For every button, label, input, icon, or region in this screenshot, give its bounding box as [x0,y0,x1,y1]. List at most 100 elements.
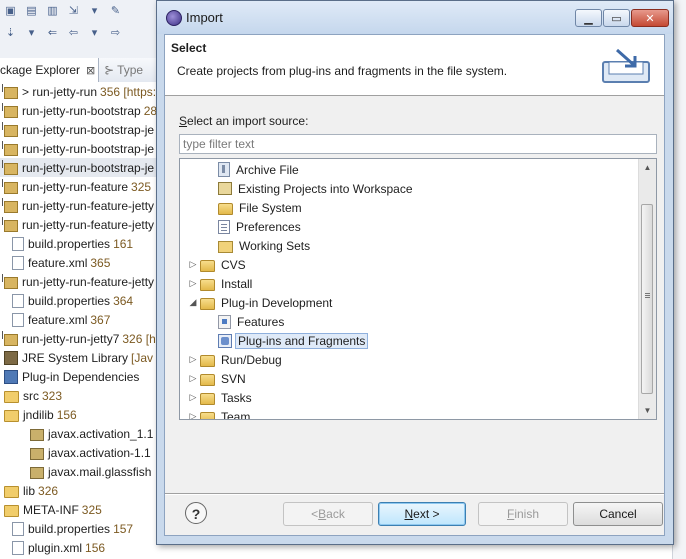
import-source-item[interactable]: Features [180,312,287,331]
expand-toggle-icon[interactable]: ▷ [186,354,200,365]
expand-toggle-icon[interactable]: ▷ [186,259,200,270]
import-source-label: Existing Projects into Workspace [238,181,413,196]
tree-row-label: build.properties [28,293,111,308]
expand-toggle-icon[interactable]: ▷ [186,278,200,289]
import-source-item[interactable]: ▷ Run/Debug [180,350,285,369]
vertical-scrollbar[interactable]: ▲ ▼ [638,159,656,419]
tree-row[interactable]: META-INF 325 [0,500,160,519]
tree-row-revision: 356 [https: [100,84,157,99]
expand-toggle-icon[interactable]: ▷ [186,392,200,403]
import-source-item[interactable]: Plug-ins and Fragments [180,331,369,350]
filter-input[interactable] [179,134,657,154]
tree-row[interactable]: build.properties 364 [0,291,160,310]
tree-row[interactable]: run-jetty-run-bootstrap-je [0,158,160,177]
save-icon[interactable]: ▣ [2,3,19,20]
import-source-item[interactable]: ◢ Plug-in Development [180,293,335,312]
tree-row[interactable]: run-jetty-run-feature 325 [0,177,160,196]
print-icon[interactable]: ▥ [44,3,61,20]
folder-icon [200,392,215,405]
tree-row-revision: 365 [90,255,111,270]
expand-toggle-icon[interactable]: ▷ [186,411,200,419]
import-source-item[interactable]: Working Sets [180,236,313,255]
tree-row[interactable]: Plug-in Dependencies [0,367,160,386]
tree-row[interactable]: javax.activation-1.1 [0,443,160,462]
tab-label: ckage Explorer [0,63,81,77]
tree-row[interactable]: run-jetty-run-jetty7 326 [h [0,329,160,348]
close-button[interactable]: ✕ [631,9,669,27]
import-source-item[interactable]: Existing Projects into Workspace [180,179,416,198]
tree-row[interactable]: run-jetty-run-bootstrap-je [0,139,160,158]
expand-toggle-icon[interactable]: ◢ [186,297,200,308]
back-history-icon[interactable]: ⇐ [44,25,61,42]
toggle-breadcrumb-icon[interactable]: ⇲ [65,3,82,20]
back-nav-icon[interactable]: ⇦ [65,25,82,42]
dialog-titlebar[interactable]: Import ▁ ▭ ✕ [157,1,673,34]
dropdown-icon[interactable]: ▾ [86,25,103,42]
tab-package-explorer[interactable]: ckage Explorer ⊠ [0,58,99,82]
scroll-up-icon[interactable]: ▲ [639,159,656,176]
project-icon [2,330,18,346]
import-source-tree[interactable]: Archive File Existing Projects into Works… [179,158,657,420]
folder-icon [4,409,19,422]
tree-row[interactable]: run-jetty-run-feature-jetty [0,196,160,215]
tree-row[interactable]: build.properties 157 [0,519,160,538]
tree-row[interactable]: plugin.xml 156 [0,538,160,557]
tree-row[interactable]: lib 326 [0,481,160,500]
forward-nav-icon[interactable]: ⇨ [107,25,124,42]
import-source-item[interactable]: ▷ CVS [180,255,249,274]
scrollbar-thumb[interactable] [641,204,653,394]
tree-row[interactable]: build.properties 161 [0,234,160,253]
tree-row[interactable]: javax.mail.glassfish [0,462,160,481]
save-all-icon[interactable]: ▤ [23,3,40,20]
cancel-button[interactable]: Cancel [573,502,663,526]
archive-icon [218,162,230,177]
tree-row-label: build.properties [28,521,111,536]
search-icon[interactable]: ✎ [107,3,124,20]
file-icon [12,540,24,555]
package-explorer-tree[interactable]: > run-jetty-run 356 [https: run-jetty-run-… [0,82,160,559]
tree-row[interactable]: run-jetty-run-feature-jetty [0,272,160,291]
import-source-item[interactable]: Preferences [180,217,304,236]
plugin-icon [4,369,18,384]
projects-icon [218,182,232,195]
close-icon[interactable]: ⊠ [86,64,95,77]
maximize-button[interactable]: ▭ [603,9,630,27]
tree-row[interactable]: jndilib 156 [0,405,160,424]
toolbar-dropdown-icon[interactable]: ▾ [86,3,103,20]
import-source-item[interactable]: ▷ SVN [180,369,249,388]
tree-row[interactable]: feature.xml 367 [0,310,160,329]
dropdown-icon[interactable]: ▾ [23,25,40,42]
next-annotation-icon[interactable]: ⇣ [2,25,19,42]
project-icon [2,83,18,99]
help-button[interactable]: ? [185,502,207,524]
tree-row[interactable]: run-jetty-run-bootstrap-je [0,120,160,139]
wizard-page-title: Select [171,41,207,55]
tree-row[interactable]: run-jetty-run-feature-jetty [0,215,160,234]
tree-row[interactable]: > run-jetty-run 356 [https: [0,82,160,101]
tree-row[interactable]: feature.xml 365 [0,253,160,272]
project-icon [2,102,18,118]
folder-icon [4,504,19,517]
import-source-item[interactable]: ▷ Install [180,274,255,293]
minimize-button[interactable]: ▁ [575,9,602,27]
jar-icon [30,447,44,460]
import-source-item[interactable]: ▷ Tasks [180,388,255,407]
tree-row[interactable]: JRE System Library [Jav [0,348,160,367]
back-button[interactable]: < Back [283,502,373,526]
next-button[interactable]: Next > [378,502,466,526]
finish-button[interactable]: Finish [478,502,568,526]
tree-row[interactable]: javax.activation_1.1 [0,424,160,443]
import-source-item[interactable]: ▷ Team [180,407,253,419]
tree-row-label: JRE System Library [22,350,129,365]
import-source-item[interactable]: File System [180,198,305,217]
tab-label: Type [117,63,144,77]
import-source-item[interactable]: Archive File [180,160,302,179]
tree-row-revision: 367 [90,312,111,327]
expand-toggle-icon[interactable]: ▷ [186,373,200,384]
workbench-toolbar: ▣ ▤ ▥ ⇲ ▾ ✎ ⇣ ▾ ⇐ ⇦ ▾ ⇨ [0,0,160,59]
tree-row[interactable]: src 323 [0,386,160,405]
import-source-label: Run/Debug [221,352,282,367]
tree-row[interactable]: run-jetty-run-bootstrap 28 [0,101,160,120]
tab-type-hierarchy[interactable]: ⊱ Type [104,58,143,82]
scroll-down-icon[interactable]: ▼ [639,402,656,419]
